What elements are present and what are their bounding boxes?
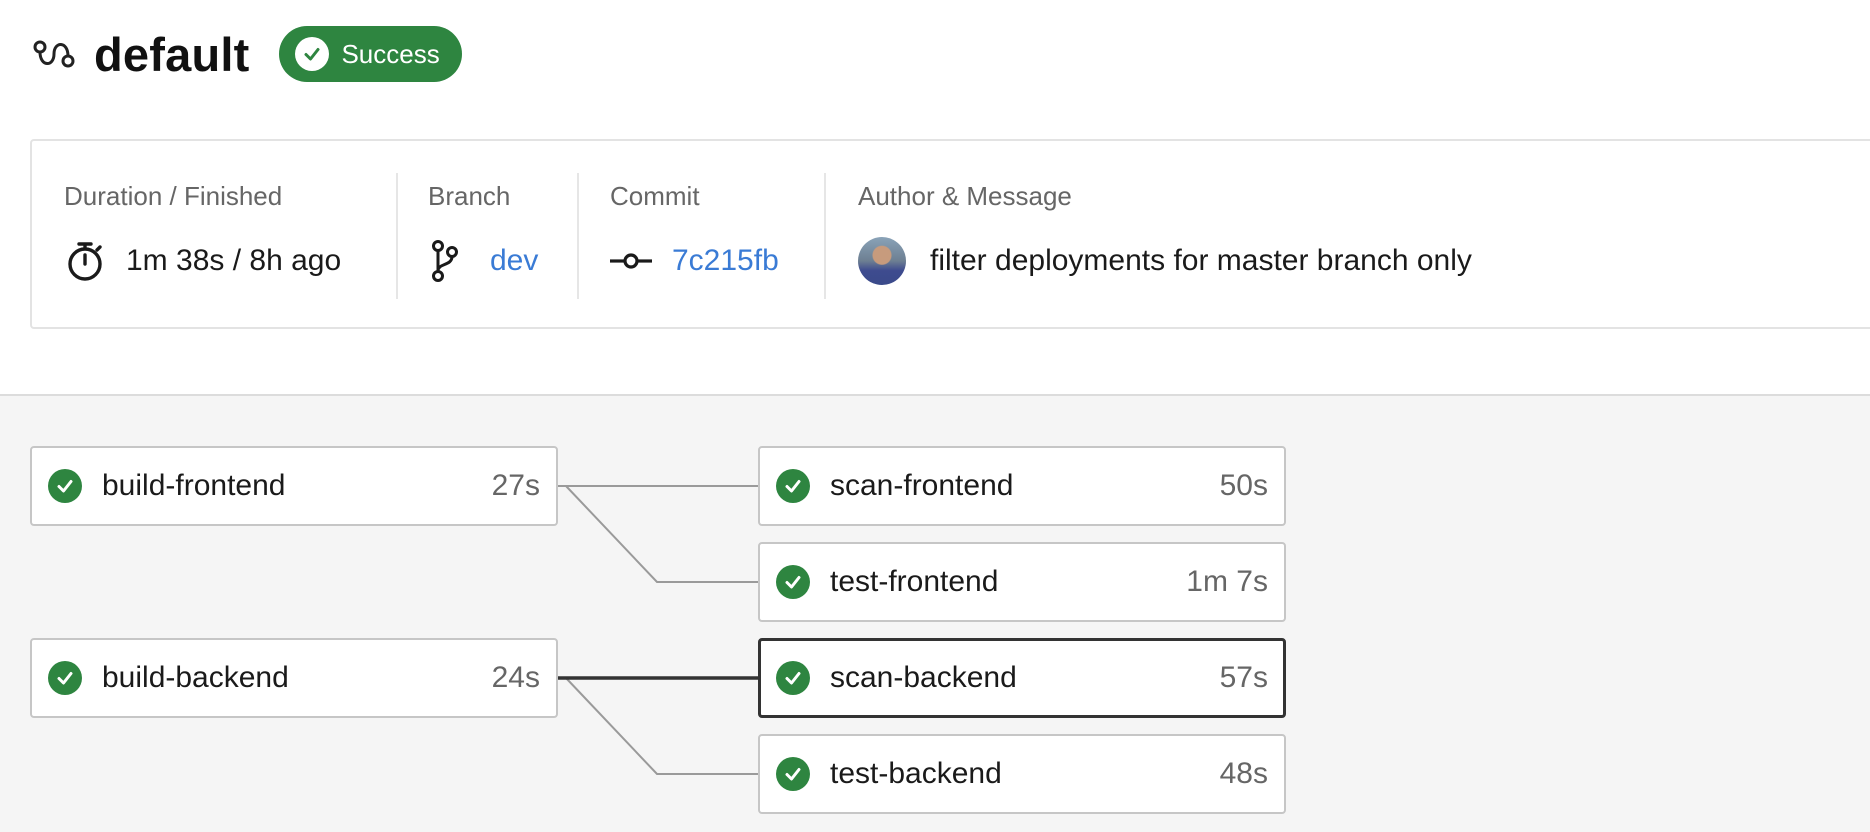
commit-link[interactable]: 7c215fb xyxy=(672,244,779,278)
edge-build-frontend-test-frontend xyxy=(565,485,759,583)
stopwatch-icon xyxy=(64,240,106,282)
commit-value-row: 7c215fb xyxy=(610,237,779,285)
stage-test-backend[interactable]: test-backend 48s xyxy=(758,734,1286,814)
author-value-row: filter deployments for master branch onl… xyxy=(858,237,1472,285)
edge-build-backend-test-backend xyxy=(565,677,759,775)
avatar xyxy=(858,237,906,285)
branch-value-row: dev xyxy=(428,237,538,285)
check-circle-icon xyxy=(295,37,330,71)
stage-duration: 24s xyxy=(491,661,540,694)
branch-link[interactable]: dev xyxy=(490,244,538,278)
stage-duration: 1m 7s xyxy=(1186,565,1268,598)
divider xyxy=(396,173,398,299)
author-label: Author & Message xyxy=(858,181,1072,211)
stage-name: build-frontend xyxy=(102,469,286,502)
duration-value-row: 1m 38s / 8h ago xyxy=(64,237,341,285)
success-check-icon xyxy=(48,661,82,695)
status-badge: Success xyxy=(279,26,462,82)
pipeline-graph: build-frontend 27s build-backend 24s sca… xyxy=(0,396,1870,832)
stage-name: test-frontend xyxy=(830,565,999,598)
stage-name: test-backend xyxy=(830,757,1002,790)
stage-test-frontend[interactable]: test-frontend 1m 7s xyxy=(758,542,1286,622)
stage-duration: 57s xyxy=(1219,661,1268,694)
branch-icon xyxy=(428,239,460,283)
divider xyxy=(577,173,579,299)
success-check-icon xyxy=(776,565,810,599)
status-badge-label: Success xyxy=(341,38,440,69)
stage-scan-frontend[interactable]: scan-frontend 50s xyxy=(758,446,1286,526)
page-title: default xyxy=(94,27,250,81)
stage-name: scan-backend xyxy=(830,661,1017,694)
pipeline-header: default Success Duration / Finished 1m 3… xyxy=(0,0,1870,396)
stage-duration: 27s xyxy=(491,469,540,502)
stage-name: scan-frontend xyxy=(830,469,1014,502)
divider xyxy=(824,173,826,299)
stage-name: build-backend xyxy=(102,661,289,694)
pipeline-info-card: Duration / Finished 1m 38s / 8h ago Bran… xyxy=(30,139,1870,329)
duration-label: Duration / Finished xyxy=(64,181,283,211)
pipeline-icon xyxy=(32,32,76,76)
commit-message: filter deployments for master branch onl… xyxy=(930,244,1472,277)
success-check-icon xyxy=(776,757,810,791)
success-check-icon xyxy=(48,469,82,503)
duration-value: 1m 38s / 8h ago xyxy=(126,244,342,277)
stage-duration: 50s xyxy=(1219,469,1268,502)
stage-scan-backend[interactable]: scan-backend 57s xyxy=(758,638,1286,718)
success-check-icon xyxy=(776,661,810,695)
branch-label: Branch xyxy=(428,181,511,211)
success-check-icon xyxy=(776,469,810,503)
title-row: default Success xyxy=(32,24,462,84)
stage-duration: 48s xyxy=(1219,757,1268,790)
stage-build-backend[interactable]: build-backend 24s xyxy=(30,638,558,718)
commit-icon xyxy=(610,249,652,273)
stage-build-frontend[interactable]: build-frontend 27s xyxy=(30,446,558,526)
commit-label: Commit xyxy=(610,181,700,211)
